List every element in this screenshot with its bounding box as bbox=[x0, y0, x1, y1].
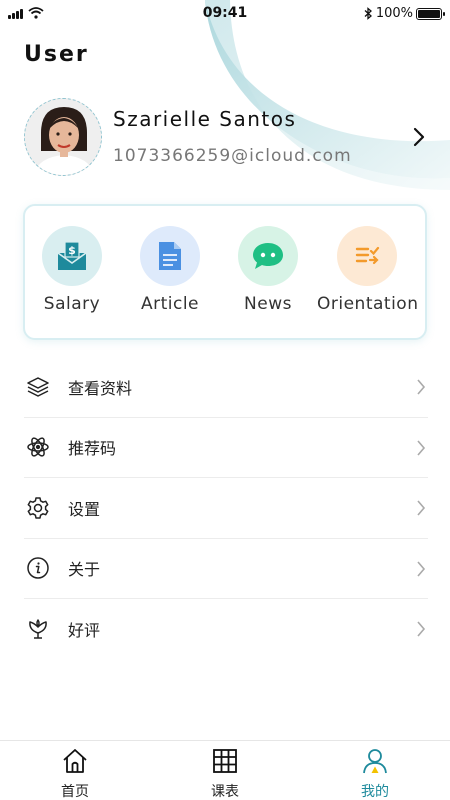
salary-button[interactable]: $ Salary bbox=[22, 226, 122, 314]
bluetooth-icon bbox=[364, 7, 372, 20]
menu-item-view-profile[interactable]: 查看资料 bbox=[24, 357, 428, 418]
settings-menu: 查看资料 推荐码 设置 关于 好评 bbox=[24, 357, 428, 660]
profile-icon bbox=[363, 749, 387, 774]
salary-envelope-icon: $ bbox=[57, 241, 87, 270]
tab-label: 我的 bbox=[361, 784, 389, 800]
menu-item-settings[interactable]: 设置 bbox=[24, 478, 428, 539]
chevron-right-icon bbox=[417, 379, 426, 395]
orientation-button[interactable]: Orientation bbox=[317, 226, 419, 314]
quick-actions-card: $ Salary Article News Orientation bbox=[23, 204, 427, 340]
menu-label: 好评 bbox=[68, 621, 101, 641]
chevron-right-icon bbox=[417, 621, 426, 637]
tab-home[interactable]: 首页 bbox=[0, 741, 150, 800]
article-label: Article bbox=[140, 294, 200, 314]
avatar[interactable] bbox=[24, 98, 102, 176]
tab-label: 课表 bbox=[211, 784, 239, 800]
tab-timetable[interactable]: 课表 bbox=[150, 741, 300, 800]
news-button[interactable]: News bbox=[218, 226, 318, 314]
flower-icon bbox=[24, 615, 52, 643]
chat-bubble-icon bbox=[253, 243, 283, 269]
chevron-right-icon bbox=[417, 500, 426, 516]
home-icon bbox=[63, 749, 87, 773]
chevron-right-icon bbox=[417, 439, 426, 456]
document-icon bbox=[159, 242, 181, 270]
svg-text:$: $ bbox=[68, 244, 76, 257]
bottom-tab-bar: 首页 课表 我的 bbox=[0, 740, 450, 800]
orientation-icon-circle bbox=[337, 226, 397, 286]
avatar-photo bbox=[25, 99, 101, 175]
news-label: News bbox=[244, 294, 292, 314]
layers-icon bbox=[24, 373, 52, 401]
article-button[interactable]: Article bbox=[120, 226, 220, 314]
status-right: 100% bbox=[364, 6, 445, 21]
chevron-right-icon bbox=[417, 560, 426, 577]
news-icon-circle bbox=[238, 226, 298, 286]
info-icon bbox=[24, 554, 52, 582]
status-bar: 09:41 100% bbox=[0, 0, 450, 28]
tab-label: 首页 bbox=[61, 784, 89, 800]
page-title: User bbox=[24, 42, 89, 67]
tab-profile[interactable]: 我的 bbox=[300, 741, 450, 800]
user-name: Szarielle Santos bbox=[113, 107, 297, 131]
orientation-label: Orientation bbox=[317, 294, 419, 314]
salary-icon-circle: $ bbox=[42, 226, 102, 286]
chevron-right-icon[interactable] bbox=[412, 126, 426, 148]
profile-row[interactable]: Szarielle Santos 1073366259@icloud.com bbox=[22, 98, 432, 178]
salary-label: Salary bbox=[43, 294, 101, 314]
user-email: 1073366259@icloud.com bbox=[113, 146, 352, 166]
list-icon bbox=[355, 246, 380, 265]
timetable-icon bbox=[213, 749, 237, 773]
menu-label: 设置 bbox=[68, 499, 101, 519]
menu-item-referral-code[interactable]: 推荐码 bbox=[24, 418, 428, 478]
atom-icon bbox=[24, 433, 52, 461]
menu-label: 查看资料 bbox=[68, 378, 133, 398]
battery-level bbox=[418, 9, 440, 18]
battery-icon bbox=[416, 7, 445, 20]
battery-percent: 100% bbox=[375, 6, 413, 21]
article-icon-circle bbox=[140, 226, 200, 286]
menu-item-rate-app[interactable]: 好评 bbox=[24, 599, 428, 660]
menu-label: 关于 bbox=[68, 560, 101, 580]
gear-icon bbox=[24, 494, 52, 522]
menu-label: 推荐码 bbox=[68, 439, 117, 459]
menu-item-about[interactable]: 关于 bbox=[24, 539, 428, 599]
